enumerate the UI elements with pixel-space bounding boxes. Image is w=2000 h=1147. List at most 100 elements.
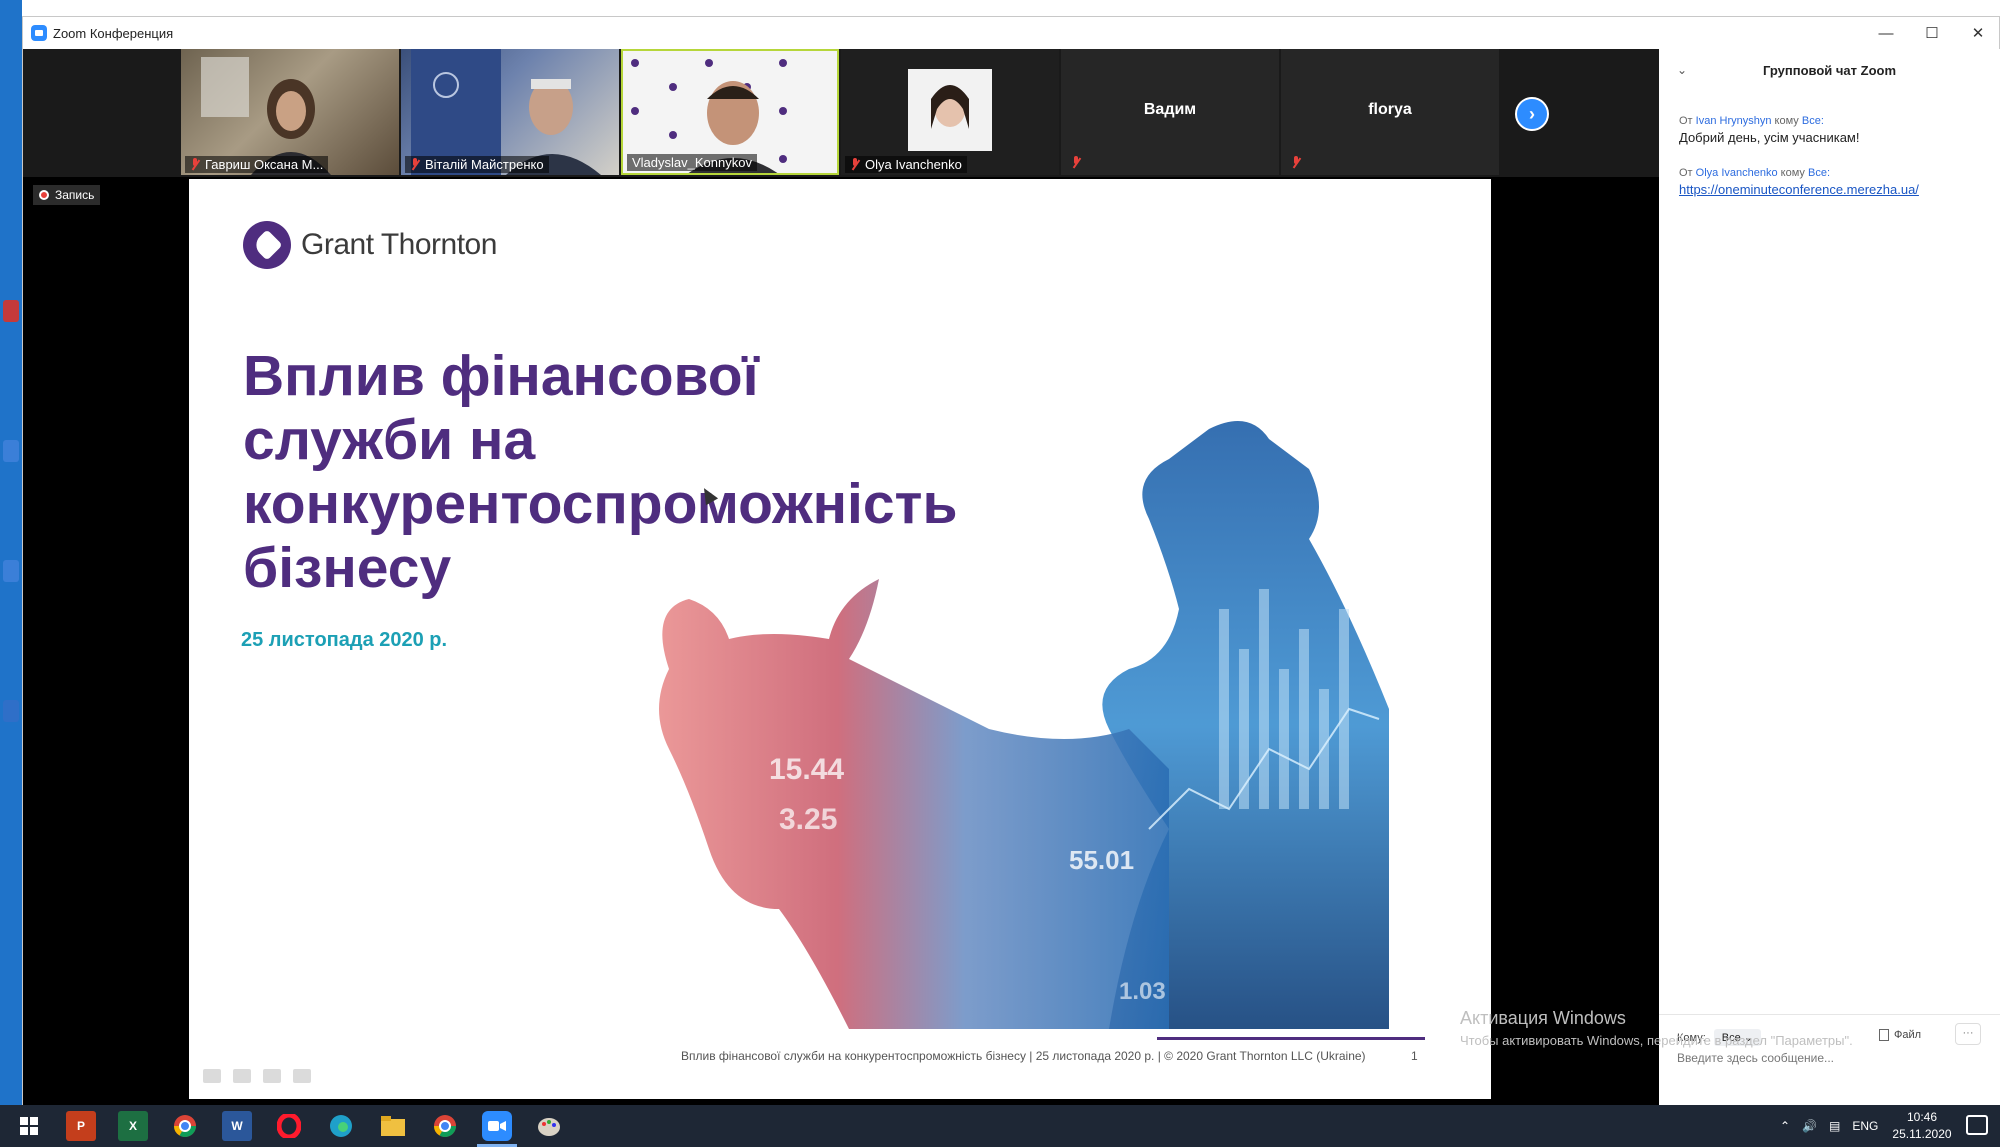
sender-name[interactable]: Olya Ivanchenko <box>1696 167 1778 179</box>
minimize-button[interactable]: — <box>1863 17 1909 49</box>
chat-message-meta: От Olya Ivanchenko кому Все: <box>1679 167 1989 179</box>
participant-tile[interactable]: florya <box>1281 49 1499 175</box>
meta-middle: кому <box>1780 167 1805 179</box>
slide-title-line: Вплив фінансової <box>243 344 759 408</box>
word-icon[interactable]: W <box>222 1111 252 1141</box>
desktop-shortcut-icon[interactable] <box>3 440 19 462</box>
meta-prefix: От <box>1679 167 1693 179</box>
file-label: Файл <box>1894 1029 1922 1041</box>
zoom-app-icon <box>31 25 47 41</box>
mic-muted-icon <box>410 158 420 171</box>
participant-tile[interactable]: Olya Ivanchenko <box>841 49 1059 175</box>
participant-name: Віталій Майстренко <box>425 157 544 172</box>
slide-title-line: бізнесу <box>243 536 452 600</box>
participant-name: Гавриш Оксана М... <box>205 157 324 172</box>
mic-muted-icon <box>1071 156 1081 169</box>
participant-name: Olya Ivanchenko <box>865 157 962 172</box>
participant-nameplate: Vladyslav_Konnykov <box>627 154 757 171</box>
language-indicator[interactable]: ENG <box>1852 1119 1878 1133</box>
windows-activation-watermark: Активация Windows Чтобы активировать Win… <box>1460 1008 1853 1048</box>
network-icon[interactable]: ▤ <box>1829 1119 1840 1133</box>
mic-muted-icon <box>1291 156 1301 169</box>
chevron-up-icon[interactable]: ⌃ <box>1780 1119 1790 1133</box>
participant-tile[interactable]: Гавриш Оксана М... <box>181 49 399 175</box>
slide-footer: Вплив фінансової служби на конкурентоспр… <box>681 1049 1366 1063</box>
chrome-icon[interactable] <box>170 1111 200 1141</box>
participant-tile[interactable]: Вадим <box>1061 49 1279 175</box>
record-icon <box>39 190 49 200</box>
participant-video-strip: Гавриш Оксана М... Віталій Майстренко Vl… <box>23 49 1659 177</box>
chat-message-link[interactable]: https://oneminuteconference.merezha.ua/ <box>1679 182 1989 197</box>
recording-indicator[interactable]: Запись <box>33 185 101 205</box>
windows-taskbar: P X W ⌃ 🔊 ▤ ENG 10:46 25.11.2020 <box>0 1105 2000 1147</box>
file-button[interactable]: Файл <box>1879 1029 1921 1041</box>
close-button[interactable]: ✕ <box>1955 17 2000 49</box>
participant-tile-active-speaker[interactable]: Vladyslav_Konnykov <box>621 49 839 175</box>
next-participants-button[interactable]: › <box>1515 97 1549 131</box>
edge-icon[interactable] <box>326 1111 356 1141</box>
chat-panel: ⌄ Групповой чат Zoom От Ivan Hrynyshyn к… <box>1659 49 2000 1106</box>
chat-message-text: Добрий день, усім учасникам! <box>1679 130 1860 145</box>
slide-title: Вплив фінансової служби на конкурентоспр… <box>243 344 1123 600</box>
shared-screen-stage: Запись Grant Thornton 15.44 3.25 55.01 1… <box>23 177 1659 1106</box>
slide-date: 25 листопада 2020 р. <box>241 629 448 651</box>
chart-number: 1.03 <box>1119 978 1166 1005</box>
recipient: Все: <box>1807 167 1830 179</box>
excel-icon[interactable]: X <box>118 1111 148 1141</box>
recording-label: Запись <box>55 188 95 202</box>
clock-time: 10:46 <box>1906 1110 1938 1124</box>
paint-icon[interactable] <box>534 1111 564 1141</box>
slide-title-line: служби на <box>243 408 536 472</box>
participant-nameplate: Віталій Майстренко <box>405 156 549 173</box>
chat-message: От Olya Ivanchenko кому Все: https://one… <box>1679 167 1989 197</box>
file-explorer-icon[interactable] <box>378 1111 408 1141</box>
participant-name: Вадим <box>1143 101 1197 118</box>
system-tray: ⌃ 🔊 ▤ ENG <box>1780 1105 1878 1147</box>
start-icon[interactable] <box>14 1111 44 1141</box>
chart-number: 55.01 <box>1069 845 1134 875</box>
slide-title-line: конкурентоспроможність <box>243 472 958 536</box>
sender-name[interactable]: Ivan Hrynyshyn <box>1696 115 1772 127</box>
desktop-shortcut-icon[interactable] <box>3 300 19 322</box>
maximize-button[interactable]: ☐ <box>1909 17 1955 49</box>
notifications-icon[interactable] <box>1966 1115 1988 1135</box>
chat-header: Групповой чат Zoom <box>1762 63 1897 78</box>
participant-tile[interactable]: Віталій Майстренко <box>401 49 619 175</box>
chat-message-meta: От Ivan Hrynyshyn кому Все: <box>1679 115 1989 127</box>
menu-icon[interactable] <box>263 1069 281 1083</box>
recipient: Все: <box>1801 115 1824 127</box>
participant-name: florya <box>1368 101 1412 118</box>
slideshow-controls <box>203 1069 311 1083</box>
previous-slide-icon[interactable] <box>203 1069 221 1083</box>
file-icon <box>1879 1029 1889 1041</box>
chat-message-input[interactable]: Введите здесь сообщение... <box>1677 1051 1834 1065</box>
next-slide-icon[interactable] <box>293 1069 311 1083</box>
chevron-right-icon: › <box>1529 103 1535 124</box>
system-clock[interactable]: 10:46 25.11.2020 <box>1892 1109 1952 1143</box>
company-logo: Grant Thornton <box>243 221 497 269</box>
mic-muted-icon <box>190 158 200 171</box>
participant-name: Vladyslav_Konnykov <box>632 155 752 170</box>
desktop-background-strip <box>0 0 22 1105</box>
slide-page-number: 1 <box>1411 1049 1418 1063</box>
powerpoint-icon[interactable]: P <box>66 1111 96 1141</box>
watermark-line-2: Чтобы активировать Windows, перейдите в … <box>1460 1033 1853 1048</box>
more-options-button[interactable]: ··· <box>1955 1023 1981 1045</box>
grant-thornton-logo-icon <box>243 221 291 269</box>
opera-icon[interactable] <box>274 1111 304 1141</box>
volume-icon[interactable]: 🔊 <box>1802 1119 1817 1133</box>
zoom-icon[interactable] <box>482 1111 512 1141</box>
title-bar: Zoom Конференция — ☐ ✕ <box>23 17 1999 49</box>
participant-nameplate: Гавриш Оксана М... <box>185 156 329 173</box>
desktop-shortcut-icon[interactable] <box>3 700 19 722</box>
zoom-window: Zoom Конференция — ☐ ✕ Гавриш Оксана М..… <box>22 16 2000 1106</box>
watermark-line-1: Активация Windows <box>1460 1008 1626 1028</box>
mic-muted-icon <box>850 158 860 171</box>
participant-nameplate: Olya Ivanchenko <box>845 156 967 173</box>
meta-middle: кому <box>1774 115 1799 127</box>
pen-icon[interactable] <box>233 1069 251 1083</box>
chrome-icon[interactable] <box>430 1111 460 1141</box>
chart-number: 15.44 <box>769 753 844 786</box>
footer-accent-line <box>1157 1037 1425 1040</box>
desktop-shortcut-icon[interactable] <box>3 560 19 582</box>
